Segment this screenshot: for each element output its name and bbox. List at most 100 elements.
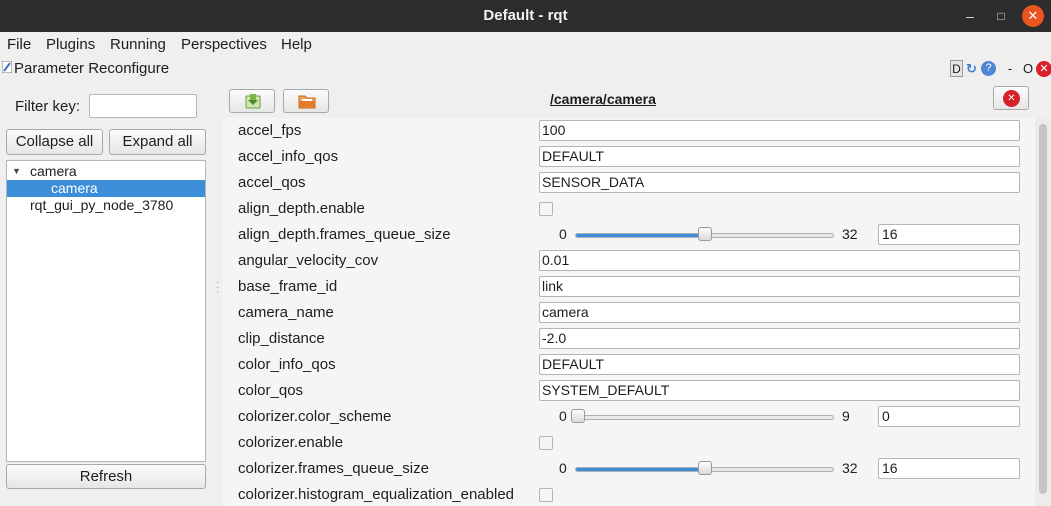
slider-max-label: 32: [842, 460, 858, 476]
param-value-field[interactable]: SYSTEM_DEFAULT: [539, 380, 1020, 401]
param-name: base_frame_id: [238, 278, 338, 295]
param-slider[interactable]: [575, 415, 834, 420]
param-row: colorizer.color_scheme 0 9 0: [223, 404, 1035, 430]
close-circle-icon: ✕: [1003, 90, 1020, 107]
collapse-all-button[interactable]: Collapse all: [6, 129, 103, 155]
close-plugin-icon[interactable]: ✕: [1036, 61, 1051, 77]
param-row: accel_qos SENSOR_DATA: [223, 170, 1035, 196]
param-checkbox[interactable]: [539, 436, 553, 450]
minimize-plugin-icon[interactable]: -: [1005, 60, 1015, 77]
plugin-edit-icon: [2, 61, 12, 73]
param-row: clip_distance -2.0: [223, 326, 1035, 352]
param-name: colorizer.enable: [238, 434, 344, 451]
slider-max-label: 9: [842, 408, 850, 424]
tree-item-camera-group[interactable]: ▼ camera: [7, 163, 205, 180]
load-params-button[interactable]: [283, 89, 329, 113]
param-name: align_depth.enable: [238, 200, 365, 217]
filter-key-label: Filter key:: [15, 98, 81, 115]
close-window-icon[interactable]: ✕: [1022, 5, 1044, 27]
param-name: colorizer.color_scheme: [238, 408, 392, 425]
slider-handle[interactable]: [571, 409, 585, 423]
slider-min-label: 0: [559, 226, 567, 242]
param-value-field[interactable]: -2.0: [539, 328, 1020, 349]
param-name: color_info_qos: [238, 356, 336, 373]
param-editor-header: /camera/camera ✕: [219, 82, 1051, 116]
node-path-title: /camera/camera: [550, 91, 656, 107]
param-checkbox[interactable]: [539, 202, 553, 216]
menu-plugins-label: Plugins: [46, 36, 96, 53]
save-params-button[interactable]: [229, 89, 275, 113]
param-editor-panel: /camera/camera ✕ accel_fps 100 accel_info_…: [219, 82, 1051, 506]
download-save-icon: [245, 94, 261, 109]
param-row: colorizer.frames_queue_size 0 32 16: [223, 456, 1035, 482]
param-name: colorizer.frames_queue_size: [238, 460, 429, 477]
refresh-button[interactable]: Refresh: [6, 464, 206, 489]
dock-d-icon[interactable]: D: [950, 60, 963, 77]
param-name: clip_distance: [238, 330, 325, 347]
param-value-field[interactable]: 100: [539, 120, 1020, 141]
param-name: colorizer.histogram_equalization_enabled: [238, 486, 515, 503]
menu-running[interactable]: Running: [110, 36, 166, 53]
param-row: colorizer.histogram_equalization_enabled: [223, 482, 1035, 506]
slider-min-label: 0: [559, 408, 567, 424]
tree-item-label: camera: [30, 163, 77, 179]
param-value-field[interactable]: DEFAULT: [539, 146, 1020, 167]
maximize-icon[interactable]: □: [991, 6, 1011, 26]
slider-fill: [576, 468, 705, 471]
help-icon[interactable]: ?: [981, 61, 996, 76]
folder-open-icon: [298, 95, 316, 109]
slider-value-field[interactable]: 16: [878, 458, 1020, 479]
param-name: accel_fps: [238, 122, 302, 139]
param-row: color_qos SYSTEM_DEFAULT: [223, 378, 1035, 404]
param-checkbox[interactable]: [539, 488, 553, 502]
slider-handle[interactable]: [698, 461, 712, 475]
param-row: base_frame_id link: [223, 274, 1035, 300]
slider-max-label: 32: [842, 226, 858, 242]
tree-item-label: camera: [51, 180, 98, 196]
param-value-field[interactable]: camera: [539, 302, 1020, 323]
menu-file-label: File: [7, 36, 32, 53]
expand-all-button[interactable]: Expand all: [109, 129, 206, 155]
node-browser-panel: Filter key: Collapse all Expand all ▼ ca…: [0, 82, 215, 506]
param-value-field[interactable]: DEFAULT: [539, 354, 1020, 375]
vertical-scrollbar[interactable]: [1035, 118, 1051, 506]
minimize-icon[interactable]: –: [960, 6, 980, 26]
tree-item-rqt-gui-node[interactable]: rqt_gui_py_node_3780: [7, 197, 205, 214]
param-row: colorizer.enable: [223, 430, 1035, 456]
menu-plugins[interactable]: Plugins: [46, 36, 95, 53]
param-name: accel_info_qos: [238, 148, 339, 165]
menu-running-label: Running: [110, 36, 166, 53]
scrollbar-thumb[interactable]: [1039, 124, 1047, 494]
tree-item-camera-node[interactable]: camera: [7, 180, 205, 197]
window-titlebar: Default - rqt – □ ✕: [0, 0, 1051, 32]
slider-value-field[interactable]: 16: [878, 224, 1020, 245]
param-name: angular_velocity_cov: [238, 252, 379, 269]
menu-bar: File Plugins Running Perspectives Help: [0, 32, 1051, 56]
param-row: accel_info_qos DEFAULT: [223, 144, 1035, 170]
menu-perspectives-label: Perspectives: [181, 36, 267, 53]
close-node-button[interactable]: ✕: [993, 86, 1029, 110]
expand-arrow-icon[interactable]: ▼: [12, 163, 21, 180]
menu-file[interactable]: File: [7, 36, 31, 53]
param-value-field[interactable]: link: [539, 276, 1020, 297]
param-value-field[interactable]: SENSOR_DATA: [539, 172, 1020, 193]
param-value-field[interactable]: 0.01: [539, 250, 1020, 271]
param-name: accel_qos: [238, 174, 306, 191]
window-title: Default - rqt: [483, 7, 568, 24]
param-row: align_depth.enable: [223, 196, 1035, 222]
menu-perspectives[interactable]: Perspectives: [181, 36, 267, 53]
param-name: camera_name: [238, 304, 334, 321]
menu-help-label: Help: [281, 36, 312, 53]
options-icon[interactable]: O: [1022, 60, 1034, 77]
param-row: color_info_qos DEFAULT: [223, 352, 1035, 378]
slider-value-field[interactable]: 0: [878, 406, 1020, 427]
slider-min-label: 0: [559, 460, 567, 476]
plugin-header: Parameter Reconfigure D ↻ ? - O ✕: [0, 57, 1051, 81]
reload-icon[interactable]: ↻: [964, 60, 979, 77]
parameter-list: accel_fps 100 accel_info_qos DEFAULT accel_q…: [223, 118, 1035, 506]
filter-key-input[interactable]: [89, 94, 197, 118]
param-row: align_depth.frames_queue_size 0 32 16: [223, 222, 1035, 248]
param-row: accel_fps 100: [223, 118, 1035, 144]
slider-handle[interactable]: [698, 227, 712, 241]
menu-help[interactable]: Help: [281, 36, 312, 53]
